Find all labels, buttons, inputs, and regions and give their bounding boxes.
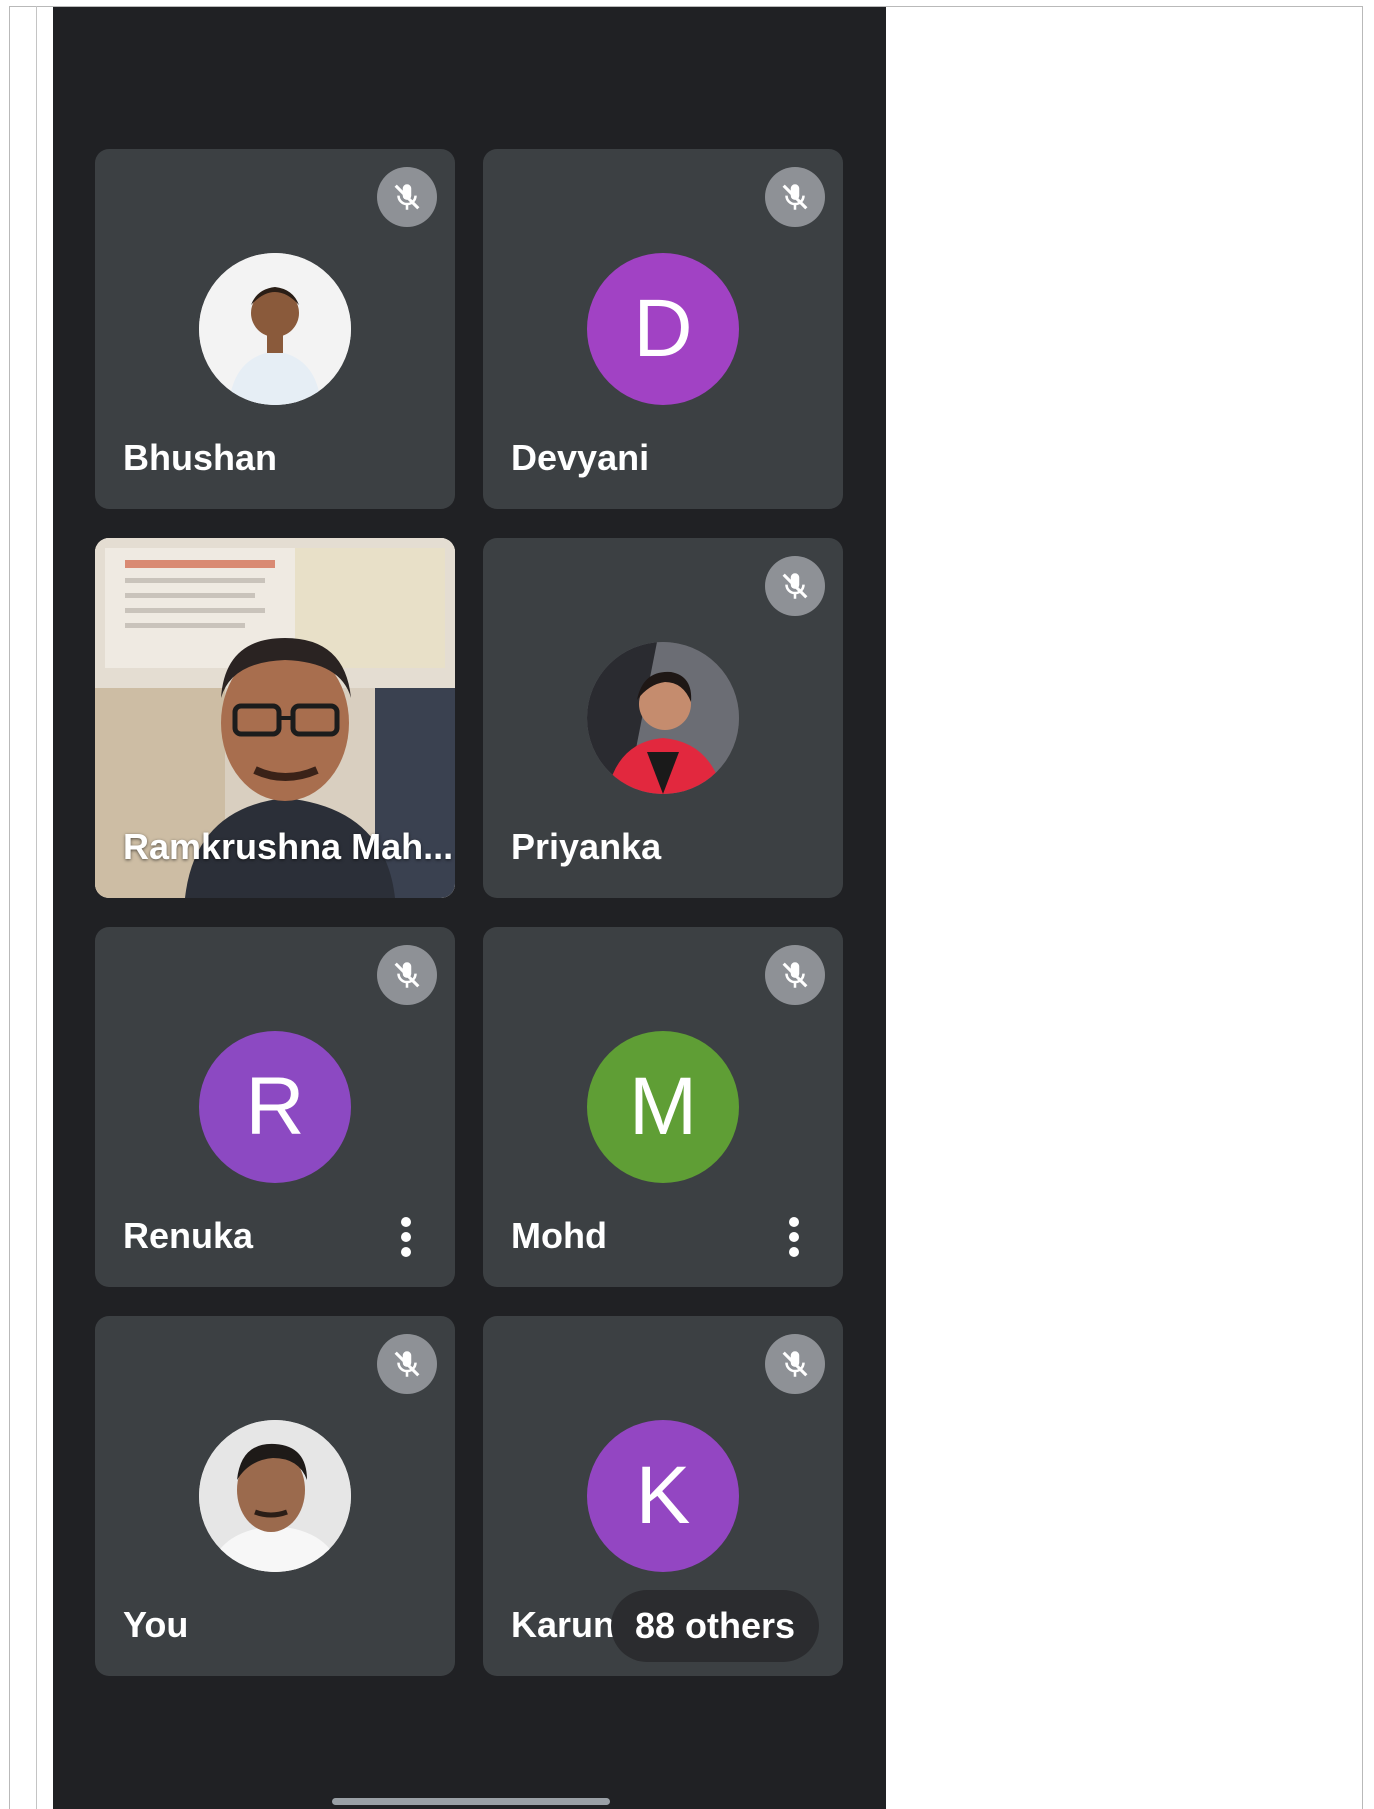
avatar-initial: K	[587, 1420, 739, 1572]
avatar-photo	[199, 1420, 351, 1572]
avatar-initial: M	[587, 1031, 739, 1183]
mic-off-icon	[765, 1334, 825, 1394]
mic-off-icon	[377, 1334, 437, 1394]
participant-name: You	[123, 1604, 189, 1645]
more-vert-icon[interactable]	[787, 1215, 801, 1259]
participant-tile-you[interactable]: You	[95, 1316, 455, 1676]
participant-tile-ramkrushna[interactable]: Ramkrushna Mah...	[95, 538, 455, 898]
participant-name: Bhushan	[123, 437, 278, 478]
participant-tile-priyanka[interactable]: Priyanka	[483, 538, 843, 898]
avatar-letter: K	[635, 1450, 691, 1541]
participant-tile-devyani[interactable]: D Devyani	[483, 149, 843, 509]
mic-off-icon	[377, 167, 437, 227]
participant-tile-bhushan[interactable]: Bhushan	[95, 149, 455, 509]
avatar-photo	[199, 253, 351, 405]
frame-divider	[36, 6, 37, 1809]
mic-off-icon	[377, 945, 437, 1005]
avatar-letter: R	[245, 1061, 305, 1152]
avatar-initial: R	[199, 1031, 351, 1183]
participant-tile-renuka[interactable]: R Renuka	[95, 927, 455, 1287]
meeting-screen: Bhushan D Devyani Ramkrushna Mah... Priy…	[53, 7, 886, 1809]
participant-name: Ramkrushna Mah...	[123, 826, 454, 867]
mic-off-icon	[765, 945, 825, 1005]
more-vert-icon[interactable]	[399, 1215, 413, 1259]
participant-tile-karuna[interactable]: K Karuna 88 others	[483, 1316, 843, 1676]
mic-off-icon	[765, 556, 825, 616]
avatar-letter: M	[628, 1061, 698, 1152]
participant-name: Renuka	[123, 1215, 254, 1256]
others-count-button[interactable]: 88 others	[611, 1590, 820, 1662]
mic-off-icon	[765, 167, 825, 227]
participant-name: Mohd	[511, 1215, 607, 1256]
avatar-initial: D	[587, 253, 739, 405]
avatar-letter: D	[633, 283, 693, 374]
participant-tile-mohd[interactable]: M Mohd	[483, 927, 843, 1287]
home-indicator[interactable]	[332, 1798, 610, 1805]
avatar-photo	[587, 642, 739, 794]
participant-name: Priyanka	[511, 826, 662, 867]
participant-name: Devyani	[511, 437, 650, 478]
